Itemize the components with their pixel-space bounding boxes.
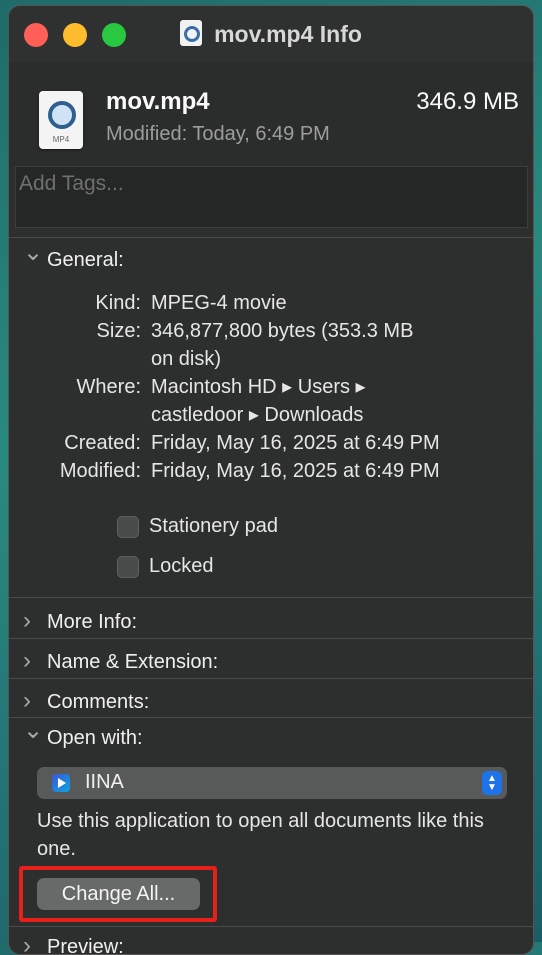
file-header: MP4 mov.mp4 346.9 MB Modified: Today, 6:… [9,62,533,166]
where-value-line2: castledoor ▸ Downloads [151,404,364,426]
window-title-text: mov.mp4 Info [214,21,362,47]
chevron-down-icon [23,731,47,749]
title-bar: mov.mp4 Info [9,6,533,62]
section-general-label: General: [47,249,124,271]
stationery-pad-label: Stationery pad [149,515,278,537]
modified-summary: Modified: Today, 6:49 PM [106,123,330,145]
chevron-right-icon [23,932,47,954]
locked-label: Locked [149,555,214,577]
row-created: Created: Friday, May 16, 2025 at 6:49 PM [9,429,533,457]
file-name: mov.mp4 [106,88,210,115]
iina-app-icon [52,774,70,792]
tags-input[interactable] [16,167,527,227]
section-more-info[interactable]: More Info: [23,607,137,637]
divider [9,237,533,238]
window-title: mov.mp4 Info [9,20,533,48]
size-label: Size: [96,320,141,342]
tags-field[interactable] [15,166,528,228]
section-preview[interactable]: Preview: [23,932,124,955]
created-value: Friday, May 16, 2025 at 6:49 PM [151,432,440,454]
section-general-header[interactable]: General: [23,249,124,279]
size-value-line2: on disk) [151,348,222,370]
section-comments[interactable]: Comments: [23,687,149,717]
movie-file-icon: MP4 [39,91,83,149]
row-modified: Modified: Friday, May 16, 2025 at 6:49 P… [9,457,533,485]
chevron-right-icon [23,687,47,715]
divider [9,597,533,598]
stationery-pad-checkbox[interactable]: Stationery pad [117,515,278,538]
divider [9,678,533,679]
modified-value: Friday, May 16, 2025 at 6:49 PM [151,460,440,482]
checkbox-box[interactable] [117,555,139,578]
divider [9,926,533,927]
section-name-extension-label: Name & Extension: [47,651,219,673]
where-value-line1: Macintosh HD ▸ Users ▸ [151,376,366,398]
open-with-app-select[interactable]: IINA ▲ ▼ [37,767,507,799]
chevron-right-icon [23,647,47,675]
divider [9,638,533,639]
size-value-line1: 346,877,800 bytes (353.3 MB [151,320,414,342]
chevron-up-down-icon[interactable]: ▲ ▼ [482,771,502,795]
checkbox-box[interactable] [117,515,139,538]
locked-checkbox[interactable]: Locked [117,555,214,578]
file-icon-ext: MP4 [52,135,70,144]
section-open-with-label: Open with: [47,727,143,749]
section-preview-label: Preview: [47,936,124,955]
row-size: Size: 346,877,800 bytes (353.3 MB on dis… [9,317,533,373]
created-label: Created: [64,432,141,454]
quicktime-file-icon [180,20,203,46]
chevron-right-icon [23,607,47,635]
open-with-description: Use this application to open all documen… [37,810,484,860]
row-kind: Kind: MPEG-4 movie [9,289,533,317]
row-where: Where: Macintosh HD ▸ Users ▸ castledoor… [9,373,533,429]
divider [9,717,533,718]
kind-value: MPEG-4 movie [151,292,287,314]
kind-label: Kind: [95,292,141,314]
section-name-extension[interactable]: Name & Extension: [23,647,218,677]
section-comments-label: Comments: [47,691,150,713]
where-label: Where: [76,376,141,398]
section-more-info-label: More Info: [47,611,138,633]
modified-label: Modified: [59,460,141,482]
file-size: 346.9 MB [416,88,519,115]
section-open-with[interactable]: Open with: [23,727,143,757]
selected-app-name: IINA [85,771,124,793]
change-all-button[interactable]: Change All... [37,878,200,910]
info-window: mov.mp4 Info MP4 mov.mp4 346.9 MB Modifi… [8,5,534,955]
chevron-down-icon [23,253,47,271]
